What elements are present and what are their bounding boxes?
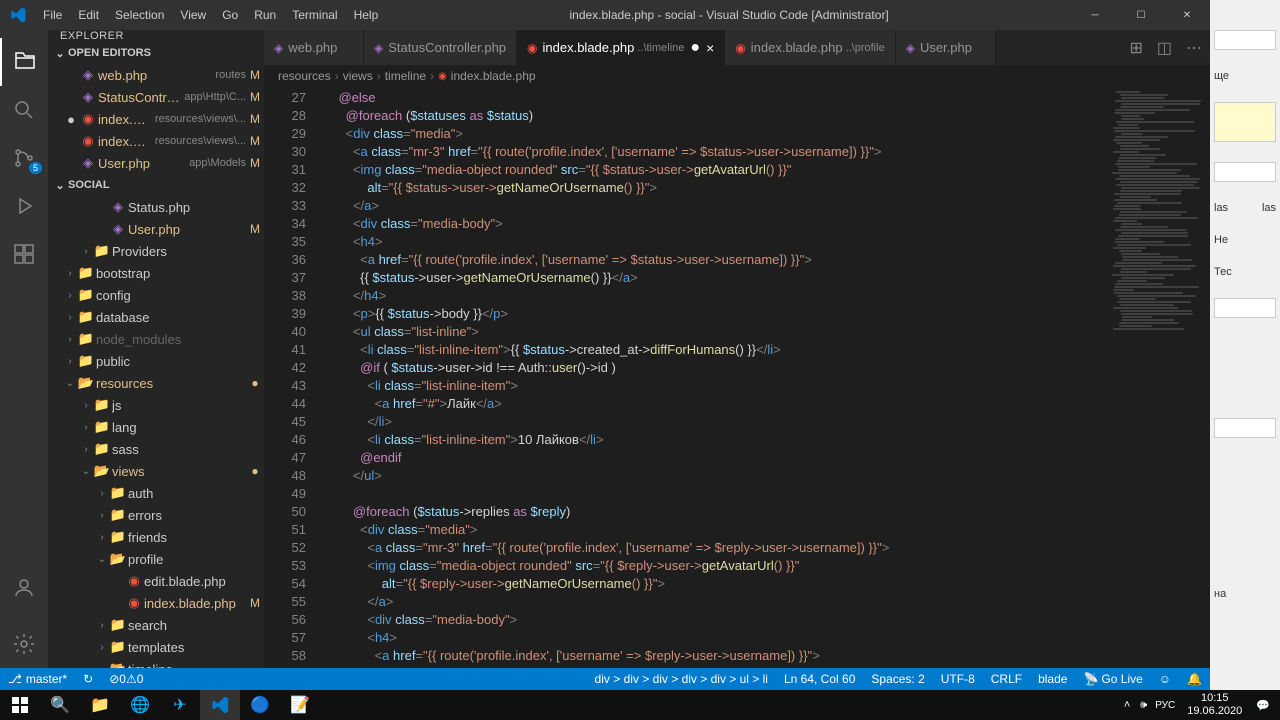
sidebar: EXPLORER ⌄OPEN EDITORS ◈web.phproutesM◈S… — [48, 30, 264, 668]
tree-item[interactable]: ◉edit.blade.php — [48, 570, 264, 592]
language-mode[interactable]: blade — [1030, 668, 1075, 690]
explorer-icon[interactable] — [0, 38, 48, 86]
menu-run[interactable]: Run — [246, 0, 284, 30]
chrome-icon[interactable]: 🔵 — [240, 690, 280, 720]
tree-item[interactable]: ›📁node_modules — [48, 328, 264, 350]
tree-item[interactable]: ◈User.phpM — [48, 218, 264, 240]
compare-icon[interactable]: ⊞ — [1129, 38, 1142, 58]
problems[interactable]: ⊘ 0 ⚠ 0 — [101, 668, 151, 690]
split-icon[interactable]: ◫ — [1157, 38, 1172, 58]
tree-item[interactable]: ⌄📂timeline — [48, 658, 264, 668]
tree-item[interactable]: ›📁auth — [48, 482, 264, 504]
activity-bar: 5 — [0, 30, 48, 668]
breadcrumb[interactable]: resources› views› timeline› ◉index.blade… — [264, 65, 1210, 87]
accounts-icon[interactable] — [0, 564, 48, 612]
tree-item[interactable]: ◈Status.php — [48, 196, 264, 218]
open-editors-header[interactable]: ⌄OPEN EDITORS — [48, 42, 264, 64]
tree-item[interactable]: ›📁search — [48, 614, 264, 636]
maximize-button[interactable]: ☐ — [1118, 0, 1164, 30]
tree-item[interactable]: ›📁errors — [48, 504, 264, 526]
encoding[interactable]: UTF-8 — [933, 668, 983, 690]
tree-item[interactable]: ◉index.blade.phpM — [48, 592, 264, 614]
status-bar: ⎇ master* ↻ ⊘ 0 ⚠ 0 div > div > div > di… — [0, 668, 1210, 690]
tree-item[interactable]: ›📁database — [48, 306, 264, 328]
file-explorer-icon[interactable]: 📁 — [80, 690, 120, 720]
code-area[interactable]: 2728293031323334353637383940414243444546… — [264, 87, 1210, 668]
tree-item[interactable]: ›📁lang — [48, 416, 264, 438]
taskbar: 🔍 📁 🌐 ✈ 🔵 📝 ˄ 🕪 РУС 10:15 19.06.2020 💬 — [0, 690, 1280, 720]
start-button[interactable] — [0, 690, 40, 720]
tree-item[interactable]: ›📁public — [48, 350, 264, 372]
dom-path[interactable]: div > div > div > div > div > ul > li — [587, 668, 776, 690]
scm-badge: 5 — [29, 162, 42, 174]
open-editor-item[interactable]: ◈web.phproutesM — [48, 64, 264, 86]
titlebar: File Edit Selection View Go Run Terminal… — [0, 0, 1210, 30]
feedback[interactable]: ☺ — [1151, 668, 1179, 690]
tree-item[interactable]: ›📁config — [48, 284, 264, 306]
vscode-taskbar-icon[interactable] — [200, 690, 240, 720]
search-taskbar-icon[interactable]: 🔍 — [40, 690, 80, 720]
background-window: ще laslas Не Тес на — [1210, 0, 1280, 690]
menu-file[interactable]: File — [35, 0, 70, 30]
menu-view[interactable]: View — [172, 0, 214, 30]
editor-tab[interactable]: ◈web.php — [264, 30, 364, 65]
notifications[interactable]: 🔔 — [1179, 668, 1210, 690]
open-editor-item[interactable]: ◈StatusController.phpapp\Http\C...M — [48, 86, 264, 108]
editor: ◈web.php◈StatusController.php◉index.blad… — [264, 30, 1210, 668]
tree-item[interactable]: ›📁friends — [48, 526, 264, 548]
edge-icon[interactable]: 🌐 — [120, 690, 160, 720]
action-center[interactable]: 💬 — [1250, 699, 1276, 712]
ln-col[interactable]: Ln 64, Col 60 — [776, 668, 863, 690]
git-branch[interactable]: ⎇ master* — [0, 668, 75, 690]
app-icon — [0, 7, 35, 23]
menu-terminal[interactable]: Terminal — [284, 0, 345, 30]
menu-selection[interactable]: Selection — [107, 0, 172, 30]
minimize-button[interactable]: ─ — [1072, 0, 1118, 30]
settings-icon[interactable] — [0, 620, 48, 668]
open-editor-item[interactable]: ◉index.blade.phpresources\views\...M — [48, 130, 264, 152]
menu-edit[interactable]: Edit — [70, 0, 107, 30]
explorer-header: EXPLORER — [48, 30, 264, 42]
tray-lang[interactable]: РУС — [1151, 700, 1179, 711]
tree-item[interactable]: ›📁Providers — [48, 240, 264, 262]
tray-network[interactable]: 🕪 — [1136, 699, 1151, 712]
tree-item[interactable]: ›📁bootstrap — [48, 262, 264, 284]
open-editor-item[interactable]: ◈User.phpapp\ModelsM — [48, 152, 264, 174]
eol[interactable]: CRLF — [983, 668, 1030, 690]
debug-icon[interactable] — [0, 182, 48, 230]
clock[interactable]: 10:15 19.06.2020 — [1179, 692, 1250, 718]
menu-bar: File Edit Selection View Go Run Terminal… — [35, 0, 386, 30]
editor-tab[interactable]: ◈StatusController.php — [364, 30, 517, 65]
telegram-icon[interactable]: ✈ — [160, 690, 200, 720]
tree-item[interactable]: ⌄📂resources● — [48, 372, 264, 394]
tree-item[interactable]: ⌄📂profile — [48, 548, 264, 570]
tree-item[interactable]: ⌄📂views● — [48, 460, 264, 482]
git-sync[interactable]: ↻ — [75, 668, 101, 690]
extensions-icon[interactable] — [0, 230, 48, 278]
minimap[interactable] — [1110, 87, 1210, 668]
window-title: index.blade.php - social - Visual Studio… — [386, 8, 1072, 22]
notepad-icon[interactable]: 📝 — [280, 690, 320, 720]
tree-item[interactable]: ›📁js — [48, 394, 264, 416]
editor-tab[interactable]: ◉index.blade.php..\timeline●× — [517, 30, 725, 65]
scm-icon[interactable]: 5 — [0, 134, 48, 182]
more-icon[interactable]: ⋯ — [1186, 38, 1202, 58]
tree-item[interactable]: ›📁templates — [48, 636, 264, 658]
open-editor-item[interactable]: ●◉index.blade.phpresources\views\...M — [48, 108, 264, 130]
editor-tab[interactable]: ◈User.php — [896, 30, 996, 65]
menu-go[interactable]: Go — [214, 0, 246, 30]
tree-item[interactable]: ›📁sass — [48, 438, 264, 460]
spaces[interactable]: Spaces: 2 — [863, 668, 932, 690]
tab-bar: ◈web.php◈StatusController.php◉index.blad… — [264, 30, 1210, 65]
search-icon[interactable] — [0, 86, 48, 134]
social-header[interactable]: ⌄SOCIAL — [48, 174, 264, 196]
close-button[interactable]: ✕ — [1164, 0, 1210, 30]
tray-chevron[interactable]: ˄ — [1118, 699, 1136, 711]
go-live[interactable]: 📡 Go Live — [1075, 668, 1150, 690]
editor-tab[interactable]: ◉index.blade.php..\profile — [725, 30, 895, 65]
menu-help[interactable]: Help — [346, 0, 387, 30]
